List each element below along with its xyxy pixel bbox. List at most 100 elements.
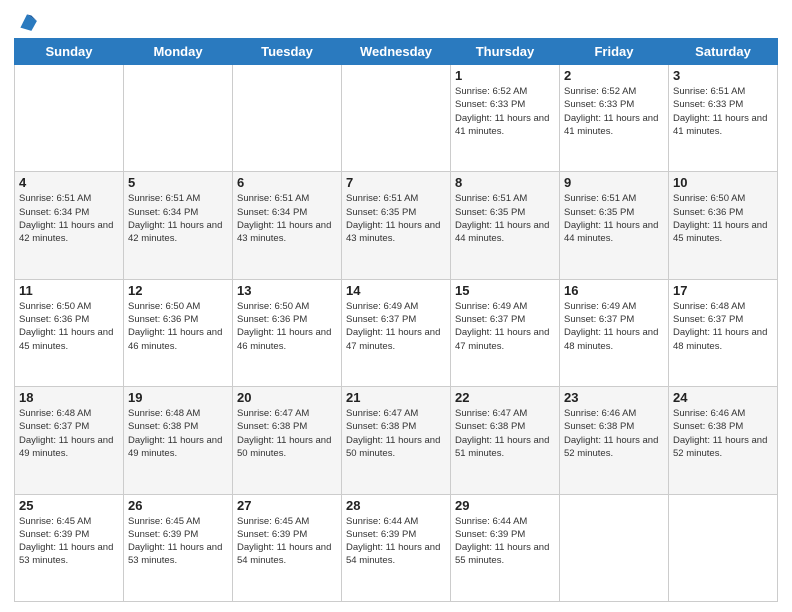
day-info: Sunrise: 6:44 AM Sunset: 6:39 PM Dayligh… [346,515,446,568]
calendar-cell: 20Sunrise: 6:47 AM Sunset: 6:38 PM Dayli… [233,387,342,494]
day-info: Sunrise: 6:47 AM Sunset: 6:38 PM Dayligh… [455,407,555,460]
day-info: Sunrise: 6:51 AM Sunset: 6:33 PM Dayligh… [673,85,773,138]
calendar-cell: 9 Sunrise: 6:51 AM Sunset: 6:35 PM Daylig… [560,172,669,279]
day-info: Sunrise: 6:50 AM Sunset: 6:36 PM Dayligh… [19,300,119,353]
day-info: Sunrise: 6:50 AM Sunset: 6:36 PM Dayligh… [128,300,228,353]
day-number: 18 [19,390,119,405]
calendar-week-row: 1 Sunrise: 6:52 AM Sunset: 6:33 PM Daylig… [15,65,778,172]
calendar-cell: 4 Sunrise: 6:51 AM Sunset: 6:34 PM Daylig… [15,172,124,279]
day-number: 7 [346,175,446,190]
calendar-cell [560,494,669,601]
calendar-cell: 23 Sunrise: 6:46 AM Sunset: 6:38 PM Dayli… [560,387,669,494]
day-info: Sunrise: 6:51 AM Sunset: 6:34 PM Dayligh… [128,192,228,245]
calendar-cell [233,65,342,172]
day-info: Sunrise: 6:51 AM Sunset: 6:35 PM Dayligh… [346,192,446,245]
day-info: Sunrise: 6:51 AM Sunset: 6:35 PM Dayligh… [455,192,555,245]
calendar-cell: 3 Sunrise: 6:51 AM Sunset: 6:33 PM Daylig… [669,65,778,172]
calendar-header-tuesday: Tuesday [233,39,342,65]
calendar-cell [15,65,124,172]
day-number: 5 [128,175,228,190]
calendar-table: SundayMondayTuesdayWednesdayThursdayFrid… [14,38,778,602]
calendar-cell: 21 Sunrise: 6:47 AM Sunset: 6:38 PM Dayli… [342,387,451,494]
calendar-cell: 28 Sunrise: 6:44 AM Sunset: 6:39 PM Dayli… [342,494,451,601]
calendar-cell: 25 Sunrise: 6:45 AM Sunset: 6:39 PM Dayli… [15,494,124,601]
day-info: Sunrise: 6:49 AM Sunset: 6:37 PM Dayligh… [346,300,446,353]
calendar-cell: 7 Sunrise: 6:51 AM Sunset: 6:35 PM Daylig… [342,172,451,279]
calendar-cell: 2 Sunrise: 6:52 AM Sunset: 6:33 PM Daylig… [560,65,669,172]
day-info: Sunrise: 6:48 AM Sunset: 6:37 PM Dayligh… [19,407,119,460]
day-number: 11 [19,283,119,298]
day-number: 1 [455,68,555,83]
day-info: Sunrise: 6:44 AM Sunset: 6:39 PM Dayligh… [455,515,555,568]
day-number: 14 [346,283,446,298]
day-number: 23 [564,390,664,405]
day-number: 16 [564,283,664,298]
day-number: 21 [346,390,446,405]
calendar-cell: 13 Sunrise: 6:50 AM Sunset: 6:36 PM Dayli… [233,279,342,386]
day-number: 13 [237,283,337,298]
day-number: 3 [673,68,773,83]
calendar-header-monday: Monday [124,39,233,65]
logo [14,10,38,32]
day-number: 12 [128,283,228,298]
calendar-cell: 27 Sunrise: 6:45 AM Sunset: 6:39 PM Dayli… [233,494,342,601]
calendar-cell: 16 Sunrise: 6:49 AM Sunset: 6:37 PM Dayli… [560,279,669,386]
calendar-cell: 10Sunrise: 6:50 AM Sunset: 6:36 PM Dayli… [669,172,778,279]
day-info: Sunrise: 6:49 AM Sunset: 6:37 PM Dayligh… [564,300,664,353]
calendar-cell: 22 Sunrise: 6:47 AM Sunset: 6:38 PM Dayli… [451,387,560,494]
calendar-week-row: 11 Sunrise: 6:50 AM Sunset: 6:36 PM Dayli… [15,279,778,386]
calendar-cell: 18 Sunrise: 6:48 AM Sunset: 6:37 PM Dayli… [15,387,124,494]
day-number: 26 [128,498,228,513]
calendar-header-friday: Friday [560,39,669,65]
day-info: Sunrise: 6:51 AM Sunset: 6:34 PM Dayligh… [237,192,337,245]
day-info: Sunrise: 6:45 AM Sunset: 6:39 PM Dayligh… [237,515,337,568]
calendar-cell: 26 Sunrise: 6:45 AM Sunset: 6:39 PM Dayli… [124,494,233,601]
day-number: 6 [237,175,337,190]
day-number: 25 [19,498,119,513]
day-number: 29 [455,498,555,513]
day-number: 20 [237,390,337,405]
day-info: Sunrise: 6:52 AM Sunset: 6:33 PM Dayligh… [564,85,664,138]
day-info: Sunrise: 6:48 AM Sunset: 6:37 PM Dayligh… [673,300,773,353]
calendar-header-wednesday: Wednesday [342,39,451,65]
calendar-cell: 17 Sunrise: 6:48 AM Sunset: 6:37 PM Dayli… [669,279,778,386]
calendar-header-row: SundayMondayTuesdayWednesdayThursdayFrid… [15,39,778,65]
calendar-cell: 29 Sunrise: 6:44 AM Sunset: 6:39 PM Dayli… [451,494,560,601]
calendar-week-row: 18 Sunrise: 6:48 AM Sunset: 6:37 PM Dayli… [15,387,778,494]
day-number: 2 [564,68,664,83]
calendar-cell: 15 Sunrise: 6:49 AM Sunset: 6:37 PM Dayli… [451,279,560,386]
day-info: Sunrise: 6:52 AM Sunset: 6:33 PM Dayligh… [455,85,555,138]
day-number: 8 [455,175,555,190]
day-number: 17 [673,283,773,298]
day-info: Sunrise: 6:51 AM Sunset: 6:34 PM Dayligh… [19,192,119,245]
day-info: Sunrise: 6:51 AM Sunset: 6:35 PM Dayligh… [564,192,664,245]
calendar-cell [124,65,233,172]
day-info: Sunrise: 6:46 AM Sunset: 6:38 PM Dayligh… [673,407,773,460]
calendar-cell [342,65,451,172]
day-number: 15 [455,283,555,298]
calendar-header-saturday: Saturday [669,39,778,65]
day-info: Sunrise: 6:45 AM Sunset: 6:39 PM Dayligh… [19,515,119,568]
day-info: Sunrise: 6:48 AM Sunset: 6:38 PM Dayligh… [128,407,228,460]
day-info: Sunrise: 6:50 AM Sunset: 6:36 PM Dayligh… [237,300,337,353]
calendar-week-row: 4 Sunrise: 6:51 AM Sunset: 6:34 PM Daylig… [15,172,778,279]
calendar-header-thursday: Thursday [451,39,560,65]
day-info: Sunrise: 6:47 AM Sunset: 6:38 PM Dayligh… [346,407,446,460]
day-number: 9 [564,175,664,190]
day-number: 28 [346,498,446,513]
calendar-cell: 1 Sunrise: 6:52 AM Sunset: 6:33 PM Daylig… [451,65,560,172]
logo-icon [16,10,38,32]
day-info: Sunrise: 6:46 AM Sunset: 6:38 PM Dayligh… [564,407,664,460]
day-number: 4 [19,175,119,190]
day-info: Sunrise: 6:49 AM Sunset: 6:37 PM Dayligh… [455,300,555,353]
calendar-cell: 19Sunrise: 6:48 AM Sunset: 6:38 PM Dayli… [124,387,233,494]
day-number: 27 [237,498,337,513]
calendar-cell: 14 Sunrise: 6:49 AM Sunset: 6:37 PM Dayli… [342,279,451,386]
day-info: Sunrise: 6:50 AM Sunset: 6:36 PM Dayligh… [673,192,773,245]
calendar-cell: 6 Sunrise: 6:51 AM Sunset: 6:34 PM Daylig… [233,172,342,279]
calendar-cell: 8 Sunrise: 6:51 AM Sunset: 6:35 PM Daylig… [451,172,560,279]
header [14,10,778,32]
day-info: Sunrise: 6:45 AM Sunset: 6:39 PM Dayligh… [128,515,228,568]
day-number: 22 [455,390,555,405]
day-number: 24 [673,390,773,405]
